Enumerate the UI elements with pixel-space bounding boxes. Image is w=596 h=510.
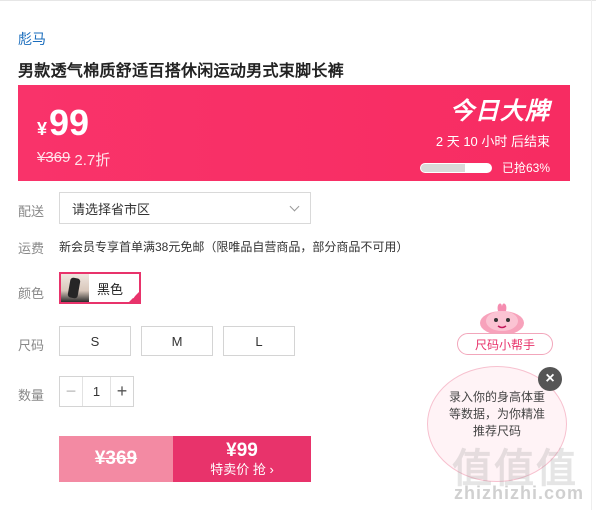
buy-sale-price: ¥99 [226,439,258,461]
color-label: 颜色 [18,286,45,301]
color-name: 黑色 [97,281,124,297]
currency-symbol: ¥ [37,119,48,139]
chevron-down-icon [289,201,300,211]
discount-rate: 2.7折 [74,152,111,169]
price-row: ¥ 99 [37,103,89,143]
size-option-s[interactable]: S [59,326,131,356]
top-border [0,0,596,4]
price-banner: ¥ 99 ¥369 2.7折 今日大牌 2 天 10 小时 后结束 已抢63% [18,85,570,181]
buy-action-label: 特卖价 抢 › [210,461,274,477]
delivery-label: 配送 [18,204,45,219]
size-label: 尺码 [18,338,45,353]
sold-percent-label: 已抢63% [501,161,550,175]
region-select[interactable]: 请选择省市区 [59,192,311,224]
shipping-label: 运费 [18,241,45,256]
quantity-minus-button[interactable]: − [60,377,83,406]
quantity-label: 数量 [18,388,45,403]
product-title: 男款透气棉质舒适百搭休闲运动男式束脚长裤 [18,63,345,80]
size-option-m[interactable]: M [141,326,213,356]
size-helper-message: 录入你的身高体重等数据，为你精准推荐尺码 [448,390,545,438]
sale-price: 99 [49,102,90,143]
original-price-button[interactable]: ¥369 [59,436,173,482]
original-price: ¥369 [37,149,71,166]
quantity-value[interactable]: 1 [83,377,110,406]
color-option-black[interactable]: 黑色 ✓ [59,272,141,304]
progress-bar [419,162,492,173]
brand-link[interactable]: 彪马 [18,29,46,49]
buy-button-group: ¥369 ¥99 特卖价 抢 › [59,436,311,482]
countdown-timer: 2 天 10 小时 后结束 [435,134,550,149]
close-icon[interactable]: × [538,367,562,391]
buy-now-button[interactable]: ¥99 特卖价 抢 › [173,436,311,482]
color-thumbnail [61,274,89,302]
watermark: 值值值 zhizhizhi.com [432,436,592,508]
watermark-url: zhizhizhi.com [454,483,584,503]
buy-original-price: ¥369 [94,448,138,469]
quantity-plus-button[interactable]: + [110,377,133,406]
quantity-stepper: − 1 + [59,376,134,407]
region-placeholder: 请选择省市区 [72,201,151,217]
check-icon: ✓ [131,292,138,301]
right-border [591,0,592,510]
shipping-info: 新会员专享首单满38元免邮（限唯品自营商品，部分商品不可用） [59,240,409,254]
original-price-row: ¥369 2.7折 [37,149,110,170]
size-option-l[interactable]: L [223,326,295,356]
sold-progress: 已抢63% [419,159,550,176]
progress-fill [420,163,466,172]
mascot-icon [480,303,524,335]
promo-title: 今日大牌 [450,98,550,125]
size-helper-button[interactable]: 尺码小帮手 [457,333,553,355]
